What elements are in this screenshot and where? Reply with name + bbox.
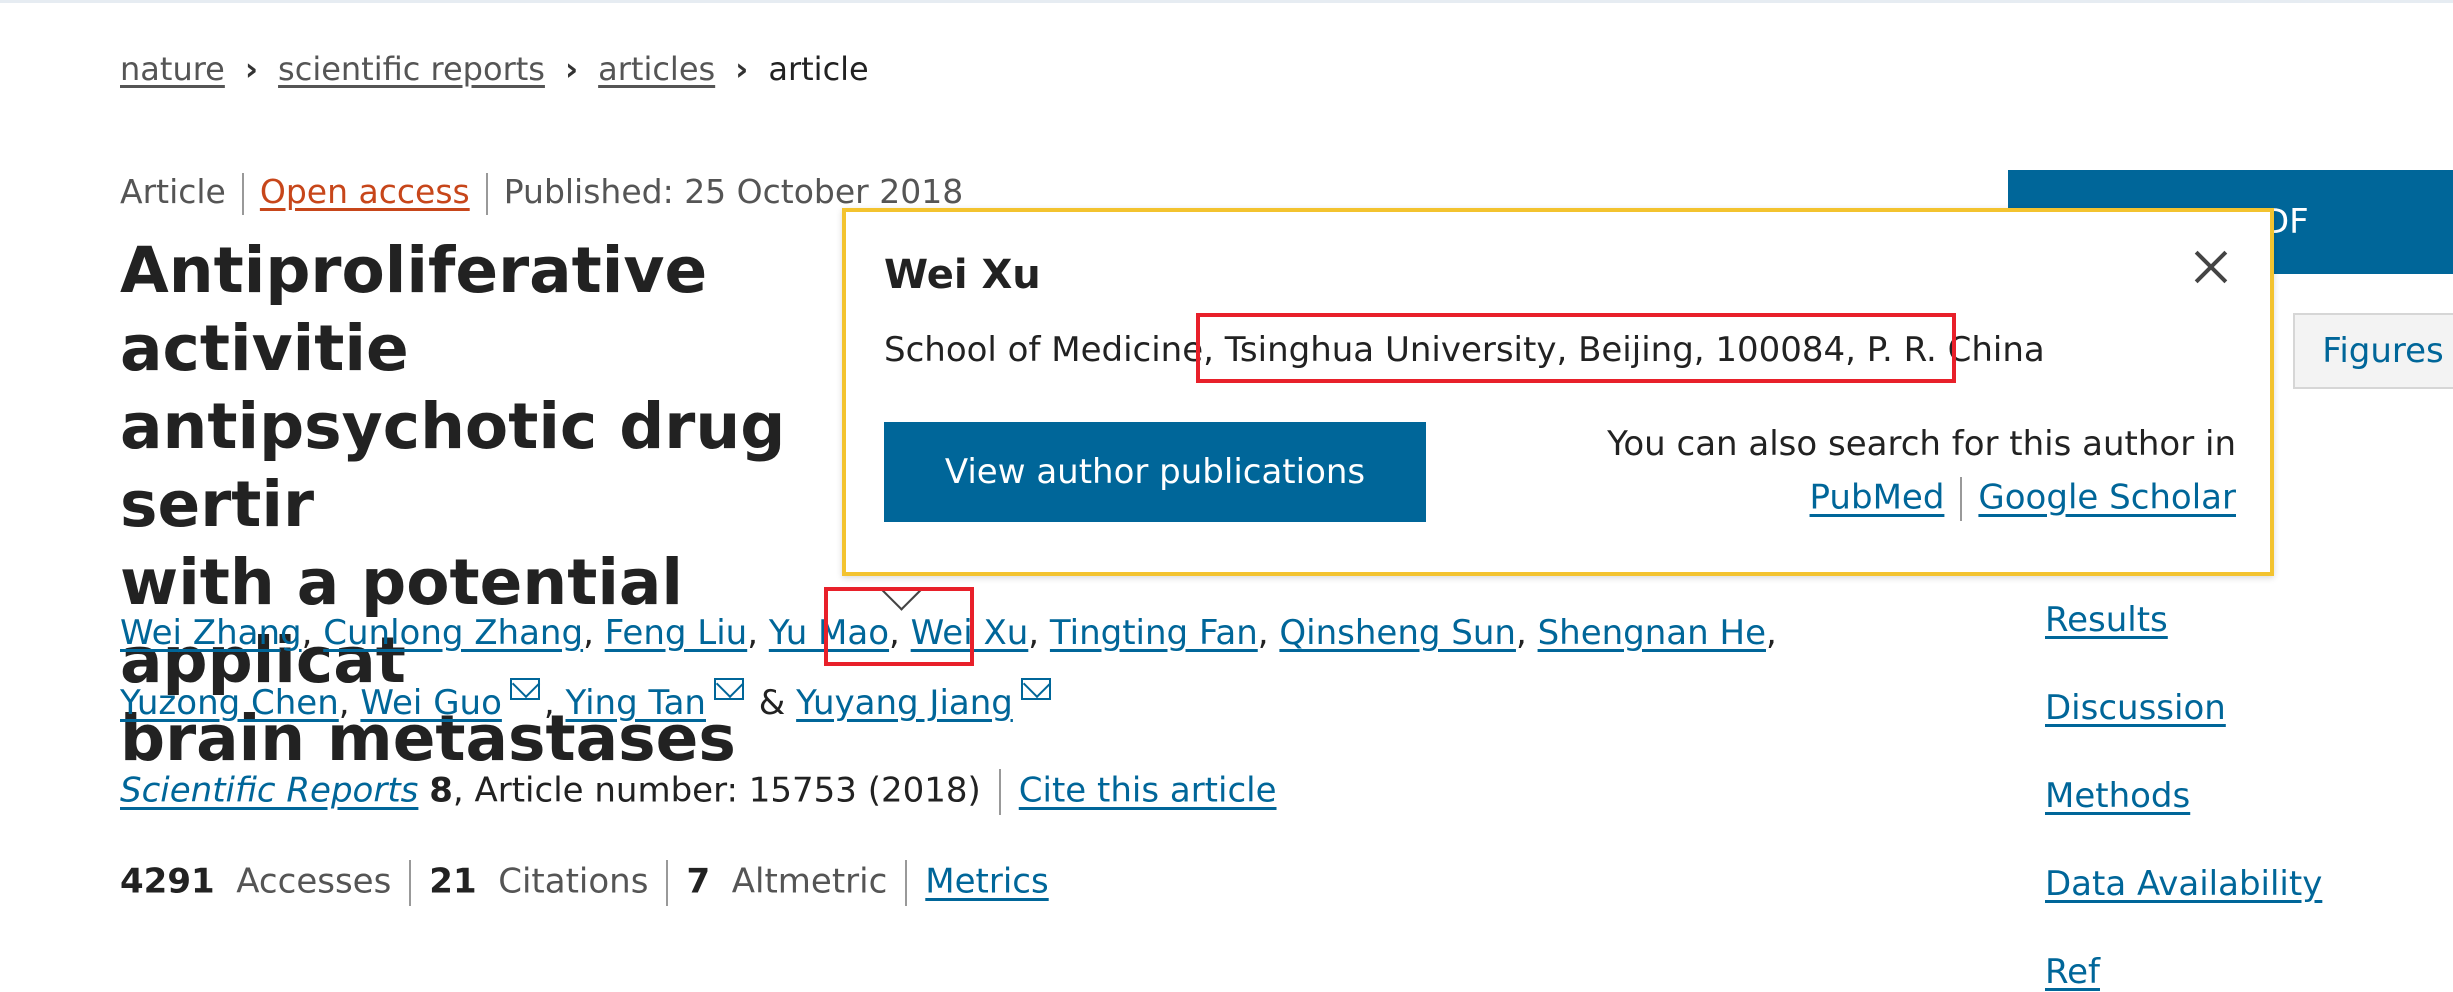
mail-icon[interactable] <box>1020 678 1051 700</box>
accesses-label: Accesses <box>236 861 392 902</box>
breadcrumb: nature › scientific reports › articles › artic… <box>120 50 869 88</box>
altmetric-count: 7 <box>686 861 711 902</box>
separator: , <box>301 613 313 653</box>
metrics-bar: 4291 Accesses 21 Citations 7 Altmetric Metr… <box>120 860 1049 906</box>
cite-this-article-link[interactable]: Cite this article <box>1019 771 1277 811</box>
citations-label: Citations <box>498 861 649 902</box>
divider <box>666 860 669 906</box>
toc-item-references[interactable]: Ref <box>2045 952 2100 992</box>
breadcrumb-current: article <box>768 50 869 88</box>
author-affiliation: School of Medicine, Tsinghua University,… <box>884 330 2045 370</box>
author-link-wei-xu[interactable]: Wei Xu <box>911 613 1029 653</box>
chevron-right-icon: › <box>735 50 749 88</box>
accesses-count: 4291 <box>120 861 215 902</box>
toc-item-results[interactable]: Results <box>2045 600 2168 640</box>
search-author-text: You can also search for this author in <box>1607 424 2236 464</box>
author-link[interactable]: Feng Liu <box>605 613 748 653</box>
divider <box>241 172 244 215</box>
journal-link[interactable]: Scientific Reports <box>120 771 418 811</box>
mail-icon[interactable] <box>713 678 744 700</box>
divider <box>905 860 908 906</box>
author-list: Wei Zhang, Cunlong Zhang, Feng Liu, Yu M… <box>120 598 1780 738</box>
separator: , <box>1765 613 1777 653</box>
author-link[interactable]: Qinsheng Sun <box>1279 613 1516 653</box>
separator: , <box>747 613 759 653</box>
title-line: Antiproliferative activitie <box>120 234 708 385</box>
separator: , <box>1515 613 1527 653</box>
article-meta: Article Open access Published: 25 October … <box>120 172 963 215</box>
author-link[interactable]: Yuyang Jiang <box>796 683 1013 723</box>
chevron-right-icon: › <box>244 50 259 88</box>
author-link[interactable]: Shengnan He <box>1538 613 1766 653</box>
chevron-right-icon: › <box>564 50 579 88</box>
separator: , <box>338 683 350 723</box>
affiliation-prefix: School of Medicine, <box>884 330 1225 370</box>
top-border <box>0 0 2453 3</box>
divider <box>485 172 488 215</box>
pubmed-link[interactable]: PubMed <box>1810 478 1945 518</box>
separator: , <box>583 613 594 653</box>
article-type: Article <box>120 172 226 211</box>
author-link[interactable]: Cunlong Zhang <box>323 613 583 653</box>
close-icon[interactable] <box>2186 242 2236 292</box>
published-date: Published: 25 October 2018 <box>503 172 964 211</box>
article-number: , Article number: 15753 (2018) <box>452 770 981 811</box>
author-popover: Wei Xu School of Medicine, Tsinghua Univ… <box>842 208 2274 576</box>
breadcrumb-articles[interactable]: articles <box>598 50 715 88</box>
view-author-publications-button[interactable]: View author publications <box>884 422 1426 522</box>
author-link[interactable]: Yuzong Chen <box>120 683 339 723</box>
toc-item-discussion[interactable]: Discussion <box>2045 688 2226 728</box>
popover-author-name: Wei Xu <box>884 252 1041 298</box>
separator: , <box>543 683 555 723</box>
author-link[interactable]: Wei Guo <box>360 683 502 723</box>
citations-count: 21 <box>429 861 477 902</box>
author-link[interactable]: Wei Zhang <box>120 613 302 653</box>
citation-line: Scientific Reports 8, Article number: 15… <box>120 769 1277 815</box>
title-line: antipsychotic drug sertir <box>120 390 786 541</box>
divider <box>998 769 1001 815</box>
separator: , <box>889 613 900 653</box>
mail-icon[interactable] <box>509 678 540 700</box>
altmetric-label: Altmetric <box>731 861 888 902</box>
and-separator: & <box>758 683 786 723</box>
breadcrumb-nature[interactable]: nature <box>120 50 225 88</box>
divider <box>409 860 412 906</box>
open-access-link[interactable]: Open access <box>260 172 470 211</box>
toc-item-data-availability[interactable]: Data Availability <box>2045 864 2322 904</box>
author-link[interactable]: Yu Mao <box>769 613 889 653</box>
tab-figures[interactable]: Figures <box>2293 313 2453 389</box>
google-scholar-link[interactable]: Google Scholar <box>1978 478 2236 518</box>
separator: , <box>1028 613 1040 653</box>
volume: 8 <box>429 770 453 811</box>
divider <box>1960 477 1963 521</box>
search-author-links: PubMed Google Scholar <box>1810 477 2236 521</box>
toc-item-methods[interactable]: Methods <box>2045 776 2190 816</box>
author-link[interactable]: Tingting Fan <box>1050 613 1258 653</box>
affiliation-institution: Tsinghua University, Beijing, 100084, P.… <box>1224 330 2045 370</box>
author-link[interactable]: Ying Tan <box>566 683 706 723</box>
metrics-link[interactable]: Metrics <box>925 862 1048 902</box>
breadcrumb-scientific-reports[interactable]: scientific reports <box>278 50 545 88</box>
separator: , <box>1257 613 1269 653</box>
